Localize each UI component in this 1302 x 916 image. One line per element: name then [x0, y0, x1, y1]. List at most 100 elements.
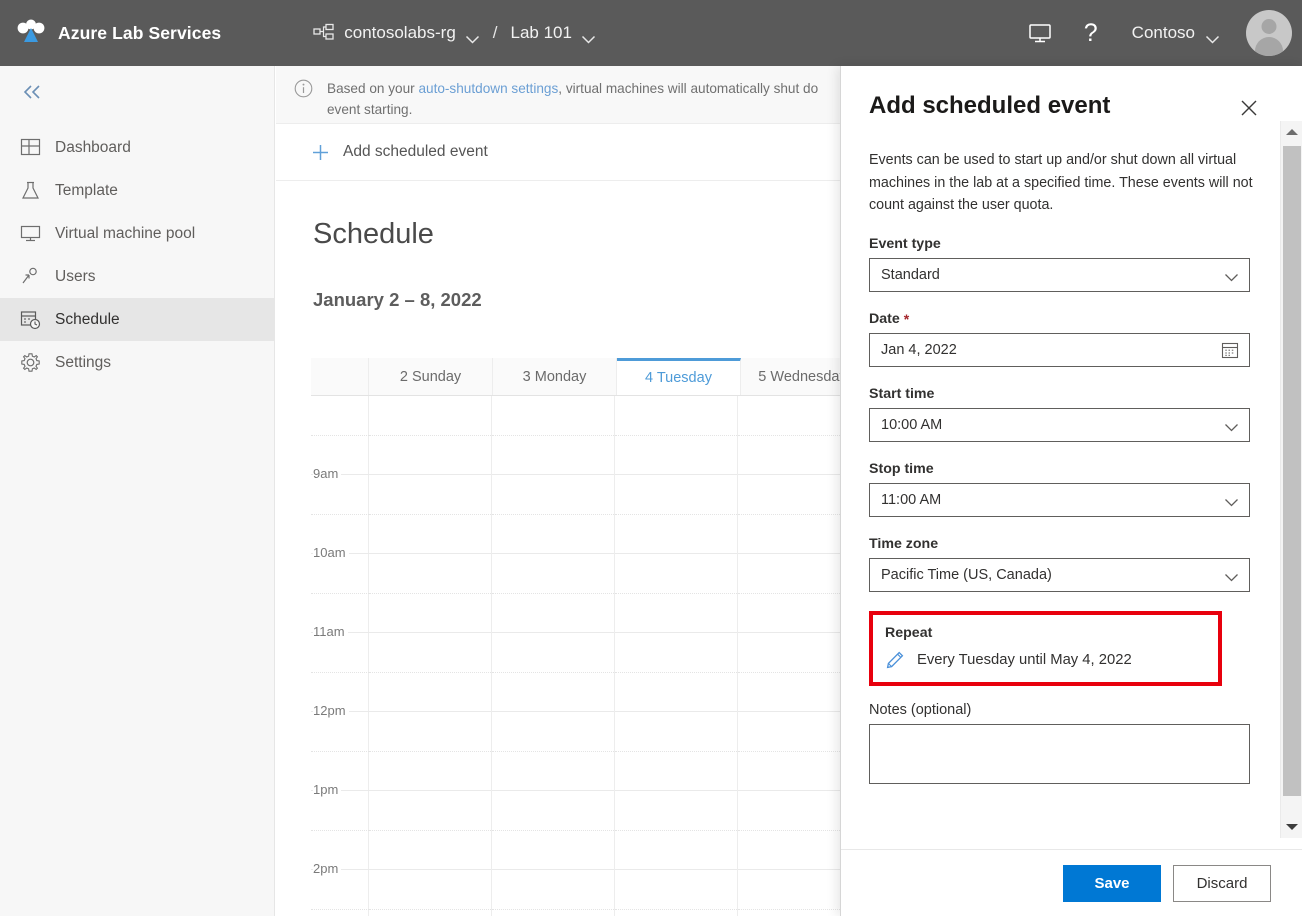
brand-name: Azure Lab Services [58, 23, 221, 44]
time-slot: 9am [311, 475, 369, 554]
hour-label: 10am [313, 545, 349, 560]
field-time-zone: Time zone Pacific Time (US, Canada) [869, 536, 1250, 592]
scrollbar-thumb[interactable] [1283, 146, 1301, 796]
avatar [1246, 10, 1292, 56]
sidebar-item-dashboard[interactable]: Dashboard [0, 126, 274, 169]
calendar-cell[interactable] [369, 791, 491, 870]
required-asterisk: * [904, 311, 909, 327]
sidebar-collapse-button[interactable] [0, 66, 274, 118]
calendar-cell[interactable] [615, 791, 737, 870]
calendar-cell[interactable] [615, 712, 737, 791]
question-mark-icon: ? [1084, 21, 1098, 46]
calendar-cell[interactable] [369, 475, 491, 554]
repeat-edit-row[interactable]: Every Tuesday until May 4, 2022 [885, 650, 1206, 670]
calendar-day-column-monday[interactable] [491, 396, 615, 916]
tenant-selector[interactable]: Contoso [1116, 0, 1236, 66]
sidebar-item-schedule[interactable]: Schedule [0, 298, 274, 341]
auto-shutdown-settings-link[interactable]: auto-shutdown settings [418, 81, 558, 96]
azure-logo-icon [14, 18, 48, 48]
chevron-down-icon [1205, 29, 1220, 38]
hour-label: 12pm [313, 703, 349, 718]
hour-label: 9am [313, 466, 341, 481]
calendar-day-header-tuesday[interactable]: 4 Tuesday [617, 358, 741, 395]
sidebar-nav: Dashboard Template [0, 126, 274, 384]
field-label: Stop time [869, 461, 1250, 477]
sidebar-item-label: Virtual machine pool [55, 225, 195, 243]
date-input[interactable]: Jan 4, 2022 [869, 333, 1250, 367]
sidebar-item-template[interactable]: Template [0, 169, 274, 212]
field-label: Time zone [869, 536, 1250, 552]
help-button[interactable]: ? [1066, 0, 1116, 66]
calendar-cell[interactable] [615, 554, 737, 633]
calendar-cell[interactable] [492, 791, 614, 870]
scroll-up-arrow-icon[interactable] [1281, 121, 1302, 143]
time-slot: 11am [311, 633, 369, 712]
calendar-day-column-sunday[interactable] [368, 396, 492, 916]
brand[interactable]: Azure Lab Services [14, 18, 221, 48]
monitor-icon [20, 223, 41, 244]
close-button[interactable] [1233, 94, 1265, 126]
breadcrumb-lab[interactable]: Lab 101 [511, 23, 596, 43]
field-label: Date * [869, 311, 1250, 327]
hour-label: 11am [313, 624, 348, 639]
calendar-day-header-sunday[interactable]: 2 Sunday [369, 358, 493, 395]
calendar-cell[interactable] [369, 554, 491, 633]
sidebar-item-virtual-machine-pool[interactable]: Virtual machine pool [0, 212, 274, 255]
monitor-button[interactable] [1014, 0, 1066, 66]
calendar-cell[interactable] [615, 396, 737, 475]
user-icon [20, 266, 41, 287]
plus-icon [311, 143, 330, 162]
sidebar: Dashboard Template [0, 66, 275, 916]
date-value: Jan 4, 2022 [881, 342, 1221, 358]
breadcrumb-resource-group[interactable]: contosolabs-rg [344, 23, 480, 43]
event-type-label: Event type [869, 236, 941, 252]
event-type-select[interactable]: Standard [869, 258, 1250, 292]
chevron-down-icon [1224, 420, 1239, 429]
field-date: Date * Jan 4, 2022 [869, 311, 1250, 367]
calendar-day-header-monday[interactable]: 3 Monday [493, 358, 617, 395]
calendar-cell[interactable] [615, 870, 737, 916]
discard-button[interactable]: Discard [1173, 865, 1271, 902]
calendar-cell[interactable] [492, 633, 614, 712]
account-button[interactable] [1236, 0, 1302, 66]
calendar-cell[interactable] [615, 475, 737, 554]
start-time-select[interactable]: 10:00 AM [869, 408, 1250, 442]
scroll-down-arrow-icon[interactable] [1281, 816, 1302, 838]
calendar-cell[interactable] [369, 870, 491, 916]
panel-title: Add scheduled event [869, 92, 1110, 120]
pencil-icon[interactable] [885, 650, 905, 670]
calendar-day-column-tuesday[interactable] [614, 396, 738, 916]
calendar-cell[interactable] [369, 633, 491, 712]
calendar-cell[interactable] [492, 712, 614, 791]
info-text-after: , virtual machines will automatically sh… [558, 81, 818, 96]
calendar-cell[interactable] [492, 396, 614, 475]
chevron-down-icon [581, 29, 596, 38]
calendar-icon[interactable] [1221, 341, 1239, 359]
time-zone-select[interactable]: Pacific Time (US, Canada) [869, 558, 1250, 592]
calendar-cell[interactable] [492, 870, 614, 916]
save-button[interactable]: Save [1063, 865, 1161, 902]
calendar-cell[interactable] [369, 396, 491, 475]
sidebar-item-settings[interactable]: Settings [0, 341, 274, 384]
time-zone-label: Time zone [869, 536, 938, 552]
breadcrumb-separator: / [493, 23, 498, 43]
calendar-cell[interactable] [369, 712, 491, 791]
calendar-cell[interactable] [492, 554, 614, 633]
resource-group-icon [313, 23, 335, 43]
sidebar-item-label: Dashboard [55, 139, 131, 157]
sidebar-item-label: Schedule [55, 311, 120, 329]
time-slot: 1pm [311, 791, 369, 870]
time-slot: 12pm [311, 712, 369, 791]
calendar-cell[interactable] [492, 475, 614, 554]
start-time-label: Start time [869, 386, 934, 402]
calendar-cell[interactable] [615, 633, 737, 712]
add-scheduled-event-button[interactable]: Add scheduled event [311, 143, 488, 162]
calendar-clock-icon [20, 309, 41, 330]
field-label: Start time [869, 386, 1250, 402]
panel-scrollbar[interactable] [1280, 121, 1302, 838]
stop-time-select[interactable]: 11:00 AM [869, 483, 1250, 517]
event-type-value: Standard [881, 267, 1224, 283]
sidebar-item-users[interactable]: Users [0, 255, 274, 298]
notes-input[interactable] [869, 724, 1250, 784]
stop-time-label: Stop time [869, 461, 934, 477]
